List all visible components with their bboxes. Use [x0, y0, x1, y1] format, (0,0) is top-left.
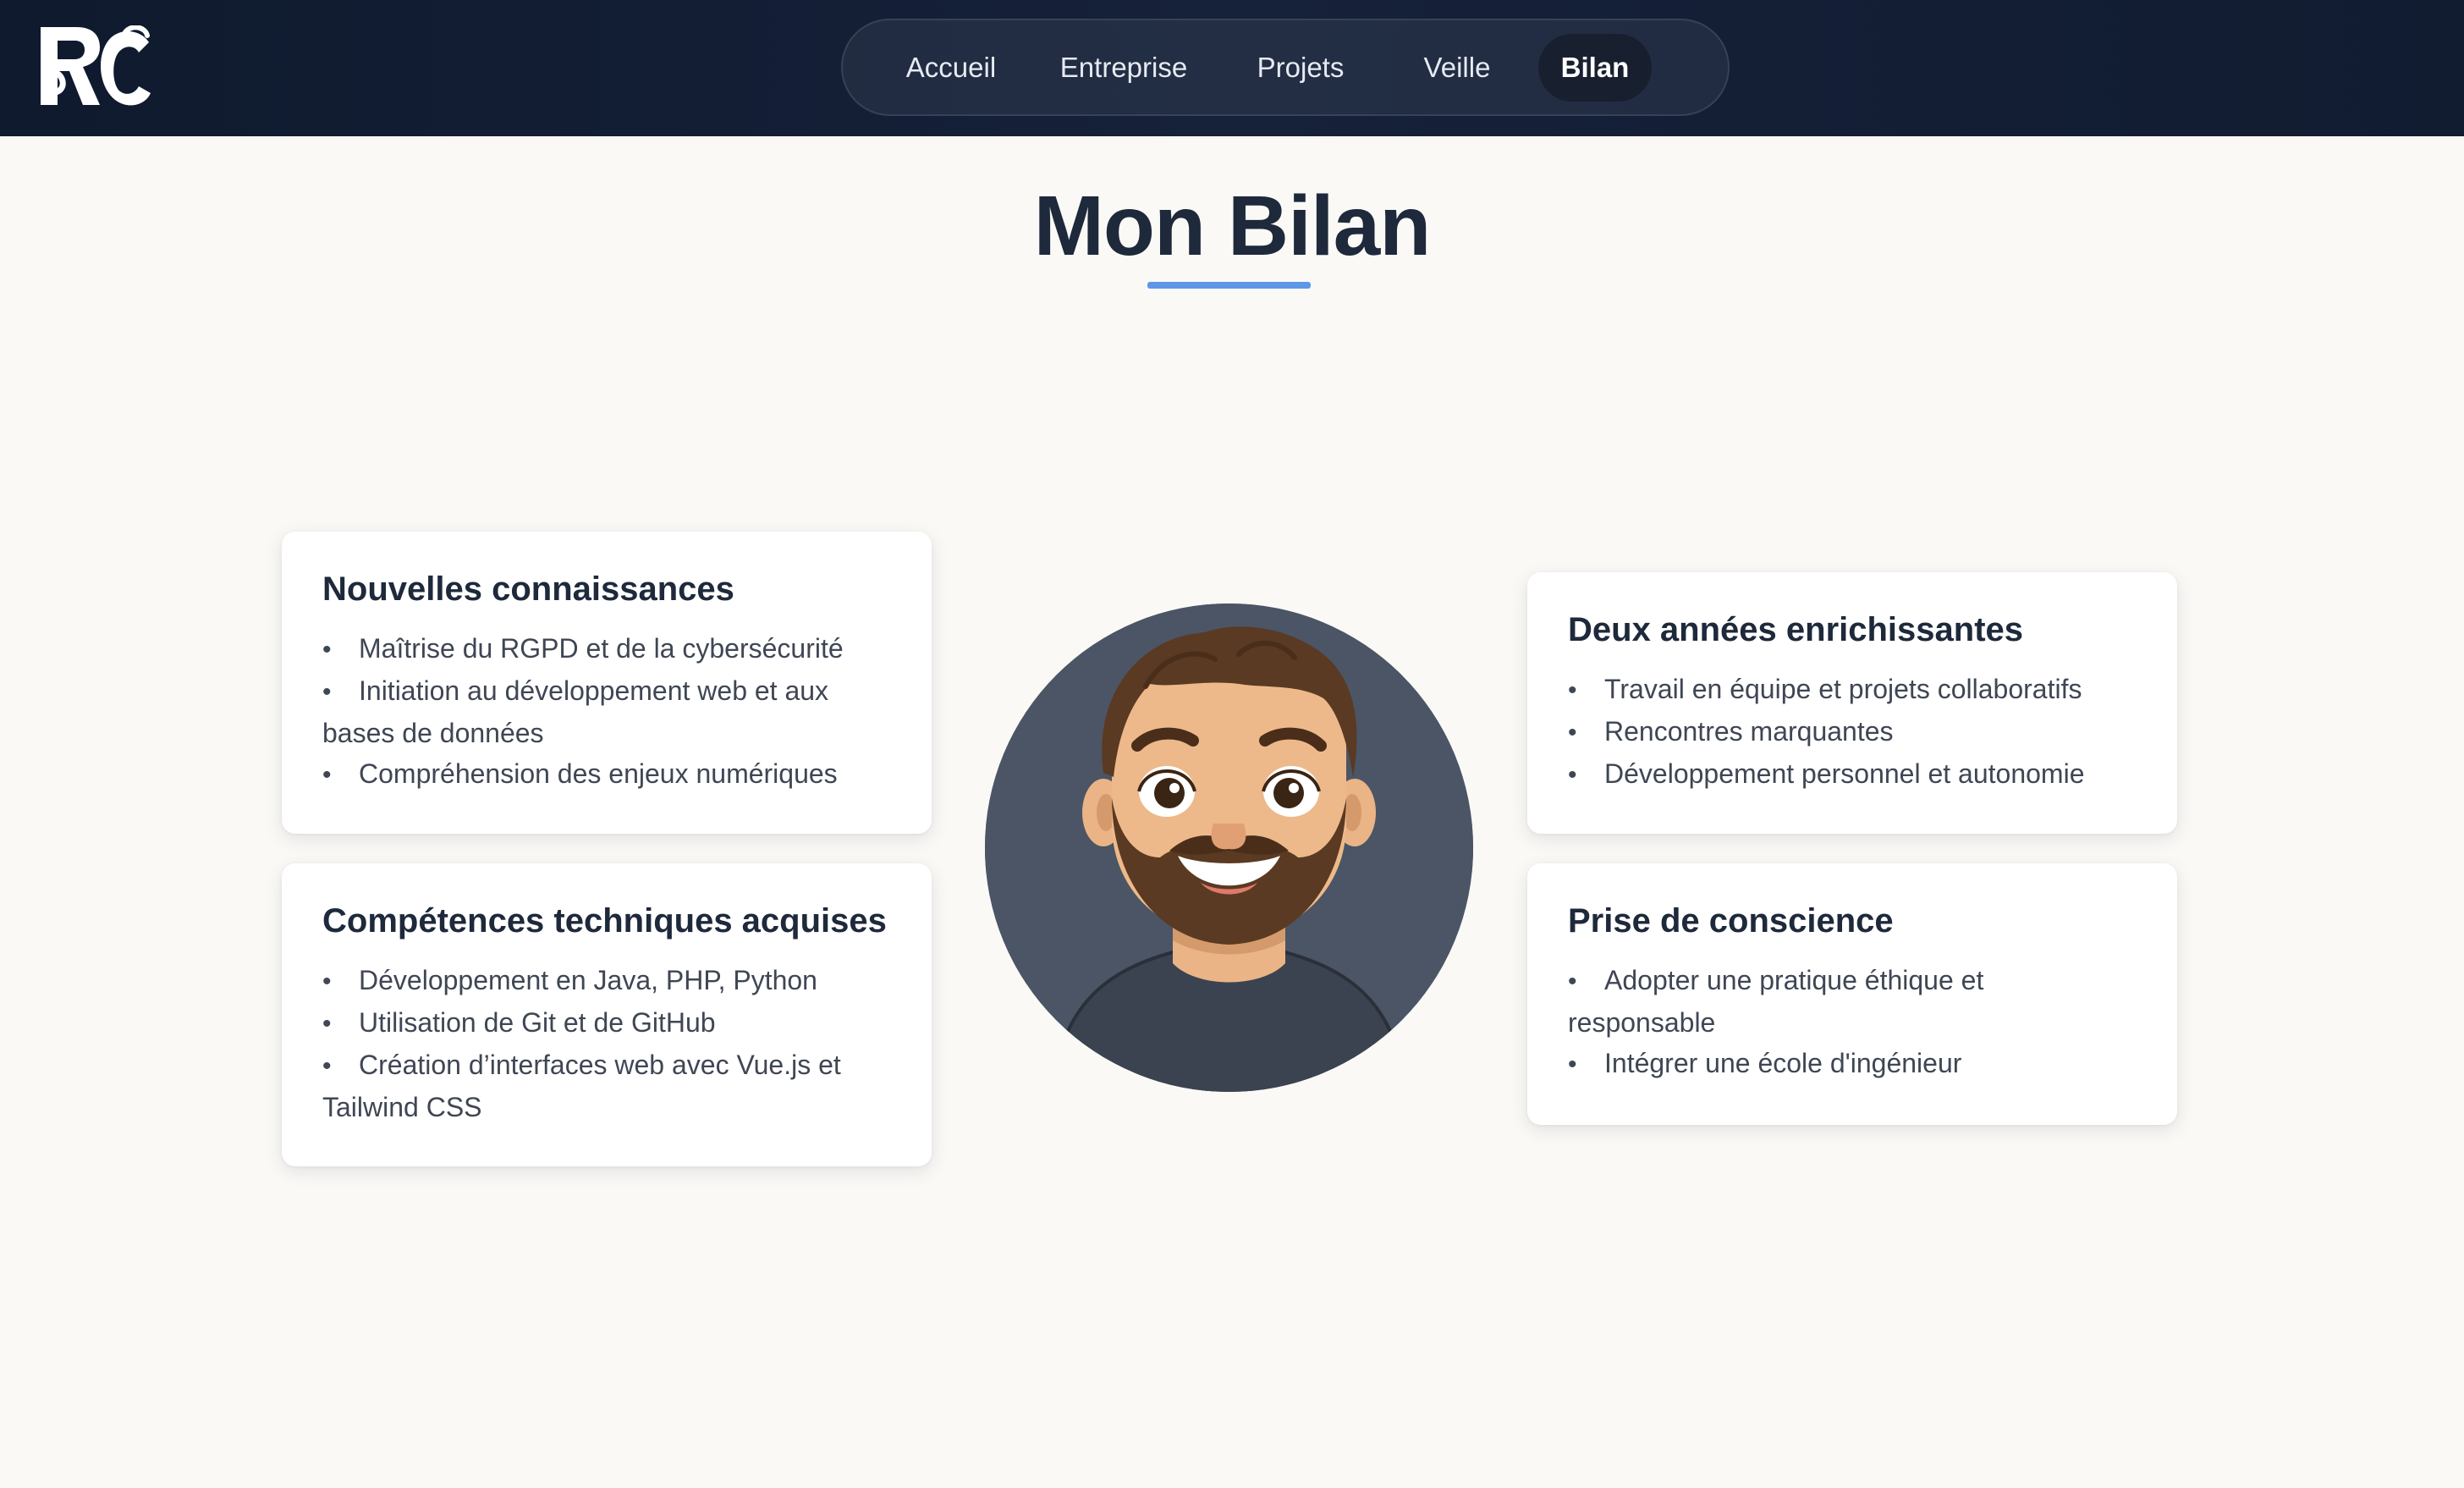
list-item: Création d’interfaces web avec Vue.js et… — [322, 1044, 891, 1127]
card-title: Prise de conscience — [1568, 902, 1894, 940]
card-prise-de-conscience: Prise de conscience Adopter une pratique… — [1527, 863, 2177, 1125]
card-title: Nouvelles connaissances — [322, 570, 734, 608]
list-item: Compréhension des enjeux numériques — [322, 753, 891, 796]
list-item: Initiation au développement web et aux b… — [322, 670, 891, 753]
card-list: Maîtrise du RGPD et de la cybersécurité … — [322, 628, 891, 796]
card-nouvelles-connaissances: Nouvelles connaissances Maîtrise du RGPD… — [282, 532, 932, 834]
main-nav: Accueil Entreprise Projets Veille Bilan — [841, 19, 1730, 116]
list-item: Développement en Java, PHP, Python — [322, 960, 891, 1002]
card-list: Développement en Java, PHP, Python Utili… — [322, 960, 891, 1127]
nav-item-entreprise[interactable]: Entreprise — [1027, 34, 1220, 102]
card-title: Compétences techniques acquises — [322, 902, 887, 940]
list-item: Adopter une pratique éthique et responsa… — [1568, 960, 2137, 1043]
card-deux-annees-enrichissantes: Deux années enrichissantes Travail en éq… — [1527, 572, 2177, 834]
nav-item-veille[interactable]: Veille — [1386, 34, 1528, 102]
nav-item-accueil[interactable]: Accueil — [880, 34, 1022, 102]
list-item: Travail en équipe et projets collaborati… — [1568, 669, 2137, 711]
list-item: Utilisation de Git et de GitHub — [322, 1002, 891, 1044]
top-navigation-bar: Accueil Entreprise Projets Veille Bilan — [0, 0, 2464, 136]
list-item: Développement personnel et autonomie — [1568, 753, 2137, 796]
list-item: Maîtrise du RGPD et de la cybersécurité — [322, 628, 891, 670]
list-item: Rencontres marquantes — [1568, 711, 2137, 753]
avatar — [985, 603, 1473, 1092]
card-list: Travail en équipe et projets collaborati… — [1568, 669, 2137, 796]
nav-item-projets[interactable]: Projets — [1224, 34, 1378, 102]
card-list: Adopter une pratique éthique et responsa… — [1568, 960, 2137, 1085]
card-competences-techniques: Compétences techniques acquises Développ… — [282, 863, 932, 1166]
card-title: Deux années enrichissantes — [1568, 611, 2024, 648]
bearded-man-avatar-icon — [985, 603, 1473, 1092]
rc-logo-icon[interactable] — [37, 25, 152, 110]
page-title: Mon Bilan — [1033, 179, 1432, 273]
title-underline — [1147, 282, 1311, 289]
nav-item-bilan[interactable]: Bilan — [1538, 33, 1652, 102]
list-item: Intégrer une école d'ingénieur — [1568, 1043, 2137, 1085]
